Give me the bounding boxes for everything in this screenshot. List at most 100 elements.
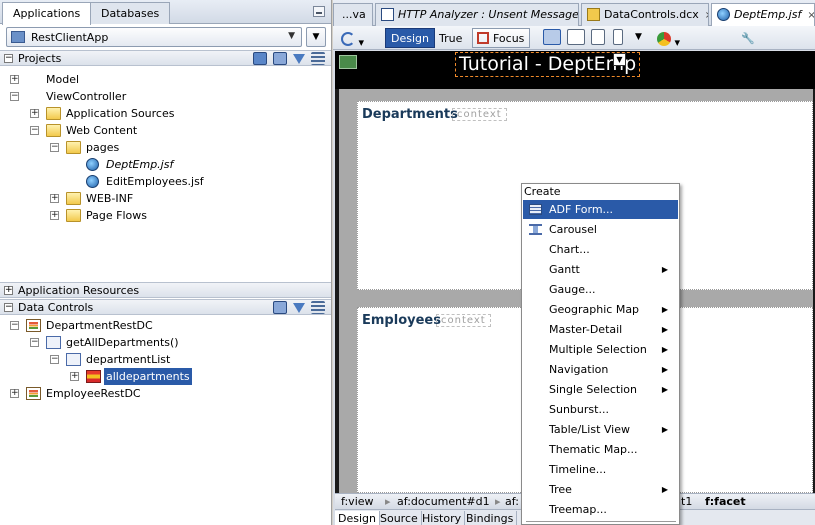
employees-context-facet[interactable]: context xyxy=(436,314,491,327)
tree-node-label: EditEmployees.jsf xyxy=(106,175,204,188)
tree-node-label: ViewController xyxy=(46,90,127,103)
image-icon[interactable] xyxy=(339,55,357,69)
tablet-portrait-icon[interactable] xyxy=(591,29,605,45)
menu-item-chart[interactable]: Chart... xyxy=(523,240,678,259)
true-mode-button[interactable]: True xyxy=(433,28,468,48)
crumb-view[interactable]: f:view xyxy=(341,495,374,508)
filter-icon[interactable] xyxy=(293,302,305,313)
collapse-icon[interactable]: − xyxy=(10,92,19,101)
options-icon[interactable] xyxy=(311,52,325,65)
crumb-t1[interactable]: t1 xyxy=(681,495,692,508)
tablet-landscape-icon[interactable] xyxy=(567,29,585,45)
expand-icon[interactable]: + xyxy=(10,389,19,398)
tree-node-page-flows[interactable]: + Page Flows xyxy=(0,207,330,224)
collapse-icon[interactable]: − xyxy=(50,143,59,152)
crumb-document[interactable]: af:document#d1 xyxy=(397,495,490,508)
tree-node-alldepartments[interactable]: + alldepartments xyxy=(0,368,330,385)
collapse-icon[interactable]: − xyxy=(30,338,39,347)
wrench-icon[interactable]: 🔧 xyxy=(735,28,761,48)
menu-item-thematic-map[interactable]: Thematic Map... xyxy=(523,440,678,459)
menu-item-gantt[interactable]: Gantt ▶ xyxy=(523,260,678,279)
close-icon[interactable]: × xyxy=(807,10,814,21)
expand-icon[interactable]: + xyxy=(30,109,39,118)
collapse-icon[interactable]: − xyxy=(50,355,59,364)
menu-item-single-selection[interactable]: Single Selection ▶ xyxy=(523,380,678,399)
tab-design[interactable]: Design xyxy=(335,511,380,525)
menu-item-gauge[interactable]: Gauge... xyxy=(523,280,678,299)
menu-item-geographic-map[interactable]: Geographic Map ▶ xyxy=(523,300,678,319)
tree-node-employeerestdc[interactable]: + EmployeeRestDC xyxy=(0,385,330,402)
browser-dropdown-button[interactable]: ▾ xyxy=(651,28,687,49)
projects-header[interactable]: − Projects xyxy=(0,50,331,66)
menu-item-timeline[interactable]: Timeline... xyxy=(523,460,678,479)
tree-node-web-inf[interactable]: + WEB-INF xyxy=(0,190,330,207)
tree-node-deptemp-jsf[interactable]: DeptEmp.jsf xyxy=(0,156,330,173)
menu-item-sunburst[interactable]: Sunburst... xyxy=(523,400,678,419)
collapse-icon[interactable]: − xyxy=(10,321,19,330)
application-menu-button[interactable]: ▼ xyxy=(306,27,326,47)
tree-node-model[interactable]: + Model xyxy=(0,71,330,88)
filter-icon[interactable] xyxy=(293,53,305,64)
device-dropdown-button[interactable]: ▼ xyxy=(629,28,648,48)
expand-icon[interactable]: + xyxy=(50,194,59,203)
refresh-icon[interactable] xyxy=(273,301,287,314)
tab-applications[interactable]: Applications xyxy=(2,2,92,25)
expand-icon[interactable]: + xyxy=(50,211,59,220)
tab-bindings[interactable]: Bindings xyxy=(463,511,518,525)
expand-icon[interactable]: + xyxy=(10,75,19,84)
data-control-icon xyxy=(26,319,41,332)
tree-node-pages[interactable]: − pages xyxy=(0,139,330,156)
desktop-preview-icon[interactable] xyxy=(543,29,561,45)
menu-item-multiple-selection[interactable]: Multiple Selection ▶ xyxy=(523,340,678,359)
sync-icon[interactable] xyxy=(273,52,287,65)
create-context-menu: Create ADF Form... Carousel Chart... Gantt ▶… xyxy=(521,183,680,525)
submenu-arrow-icon: ▶ xyxy=(661,305,668,314)
design-mode-button[interactable]: Design xyxy=(385,28,435,48)
application-resources-header[interactable]: + Application Resources xyxy=(0,282,331,298)
menu-item-table-list-view[interactable]: Table/List View ▶ xyxy=(523,420,678,439)
folder-icon xyxy=(46,124,61,137)
refresh-dropdown-button[interactable]: ▾ xyxy=(335,28,371,49)
collapse-icon[interactable]: − xyxy=(4,54,13,63)
employees-heading: Employees xyxy=(362,313,441,328)
menu-item-tree[interactable]: Tree ▶ xyxy=(523,480,678,499)
tab-datacontrols[interactable]: DataControls.dcx × xyxy=(581,3,709,26)
close-icon[interactable]: × xyxy=(705,10,708,21)
collapse-icon[interactable]: − xyxy=(4,303,13,312)
expand-icon[interactable]: + xyxy=(70,372,79,381)
departments-context-facet[interactable]: context xyxy=(452,108,507,121)
tab-databases[interactable]: Databases xyxy=(90,2,171,24)
jsf-icon xyxy=(717,8,730,21)
menu-item-master-detail[interactable]: Master-Detail ▶ xyxy=(523,320,678,339)
collapse-icon[interactable]: − xyxy=(30,126,39,135)
tree-node-departmentrestdc[interactable]: − DepartmentRestDC xyxy=(0,317,330,334)
menu-item-navigation[interactable]: Navigation ▶ xyxy=(523,360,678,379)
tab-http-analyzer[interactable]: HTTP Analyzer : Unsent Message× xyxy=(375,3,579,26)
tree-node-editemployees-jsf[interactable]: EditEmployees.jsf xyxy=(0,173,330,190)
tab-source[interactable]: Source xyxy=(377,511,422,525)
tab-deptemp[interactable]: DeptEmp.jsf × xyxy=(711,3,815,26)
tree-node-viewcontroller[interactable]: − ViewController xyxy=(0,88,330,105)
menu-item-treemap[interactable]: Treemap... xyxy=(523,500,678,519)
tab-history[interactable]: History xyxy=(419,511,466,525)
menu-item-carousel[interactable]: Carousel xyxy=(523,220,678,239)
dcx-icon xyxy=(587,8,600,21)
minimize-icon[interactable] xyxy=(313,6,325,17)
tab-java[interactable]: ...va xyxy=(333,3,373,26)
expand-icon[interactable]: + xyxy=(4,286,13,295)
application-selector[interactable]: RestClientApp ▼ xyxy=(6,27,302,47)
options-icon[interactable] xyxy=(311,301,325,314)
focus-button[interactable]: Focus xyxy=(472,28,531,48)
crumb-facet[interactable]: f:facet xyxy=(705,495,746,508)
navigate-icon[interactable] xyxy=(253,52,267,65)
tree-node-departmentlist[interactable]: − departmentList xyxy=(0,351,330,368)
chevron-down-icon[interactable]: ▼ xyxy=(613,53,626,66)
tree-node-web-content[interactable]: − Web Content xyxy=(0,122,330,139)
tree-node-getalldepartments[interactable]: − getAllDepartments() xyxy=(0,334,330,351)
menu-item-adf-form[interactable]: ADF Form... xyxy=(523,200,678,219)
submenu-arrow-icon: ▶ xyxy=(661,385,668,394)
data-controls-header[interactable]: − Data Controls xyxy=(0,299,331,315)
phone-preview-icon[interactable] xyxy=(613,29,623,45)
crumb-af[interactable]: af: xyxy=(505,495,519,508)
tree-node-application-sources[interactable]: + Application Sources xyxy=(0,105,330,122)
